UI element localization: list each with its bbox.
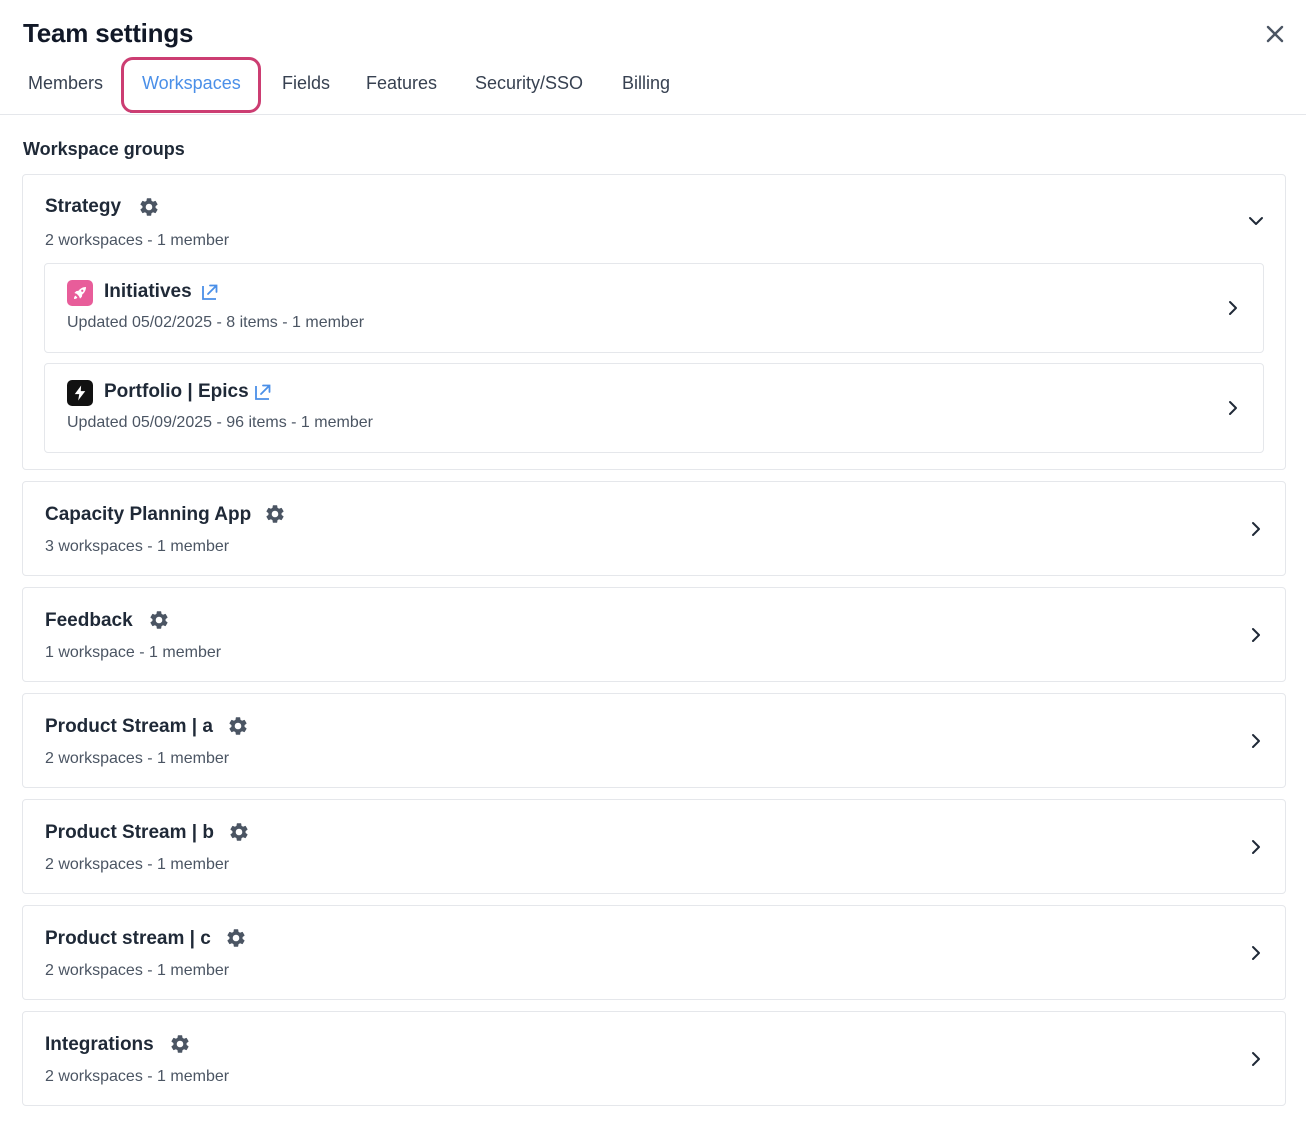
rocket-icon — [67, 280, 93, 306]
chevron-right-icon[interactable] — [1246, 943, 1266, 963]
external-link-icon[interactable] — [201, 283, 219, 301]
section-title: Workspace groups — [23, 139, 185, 159]
group-name: Strategy — [45, 196, 122, 217]
chevron-right-icon[interactable] — [1246, 731, 1266, 751]
workspace-summary: Updated 05/09/2025 - 96 items - 1 member — [67, 414, 373, 431]
workspace-group-strategy: Strategy 2 workspaces - 1 member Initiat… — [22, 174, 1286, 470]
group-name: Feedback — [45, 610, 133, 631]
tab-members[interactable]: Members — [28, 73, 103, 94]
gear-icon[interactable] — [169, 1033, 191, 1055]
group-summary: 2 workspaces - 1 member — [45, 232, 230, 249]
gear-icon[interactable] — [228, 821, 250, 843]
workspace-group-integrations[interactable]: Integrations 2 workspaces - 1 member — [22, 1011, 1286, 1106]
group-summary: 2 workspaces - 1 member — [45, 962, 230, 979]
group-name: Integrations — [45, 1034, 154, 1055]
workspace-group-capacity-planning-app[interactable]: Capacity Planning App 3 workspaces - 1 m… — [22, 481, 1286, 576]
workspace-group-product-stream-c[interactable]: Product stream | c 2 workspaces - 1 memb… — [22, 905, 1286, 1000]
workspace-group-product-stream-b[interactable]: Product Stream | b 2 workspaces - 1 memb… — [22, 799, 1286, 894]
gear-icon[interactable] — [227, 715, 249, 737]
page-title: Team settings — [23, 18, 194, 48]
tab-highlight-annotation — [121, 57, 261, 113]
gear-icon[interactable] — [225, 927, 247, 949]
group-summary: 2 workspaces - 1 member — [45, 856, 230, 873]
tab-security-sso[interactable]: Security/SSO — [475, 73, 583, 94]
external-link-icon[interactable] — [254, 383, 272, 401]
lightning-icon — [67, 380, 93, 406]
workspace-card-portfolio-epics[interactable]: Portfolio | Epics Updated 05/09/2025 - 9… — [44, 363, 1264, 453]
tab-fields[interactable]: Fields — [282, 73, 330, 94]
chevron-right-icon[interactable] — [1246, 837, 1266, 857]
chevron-down-icon[interactable] — [1246, 211, 1266, 231]
settings-header: Team settings Members Workspaces Fields … — [0, 0, 1306, 115]
gear-icon[interactable] — [264, 503, 286, 525]
chevron-right-icon[interactable] — [1246, 1049, 1266, 1069]
group-summary: 1 workspace - 1 member — [45, 644, 222, 661]
chevron-right-icon[interactable] — [1246, 625, 1266, 645]
group-name: Capacity Planning App — [45, 504, 252, 525]
workspace-group-feedback[interactable]: Feedback 1 workspace - 1 member — [22, 587, 1286, 682]
chevron-right-icon[interactable] — [1223, 398, 1243, 418]
chevron-right-icon[interactable] — [1246, 519, 1266, 539]
gear-icon[interactable] — [138, 196, 160, 218]
chevron-right-icon[interactable] — [1223, 298, 1243, 318]
group-summary: 2 workspaces - 1 member — [45, 1068, 230, 1085]
workspace-card-initiatives[interactable]: Initiatives Updated 05/02/2025 - 8 items… — [44, 263, 1264, 353]
gear-icon[interactable] — [148, 609, 170, 631]
workspace-name: Portfolio | Epics — [104, 381, 249, 402]
group-summary: 3 workspaces - 1 member — [45, 538, 230, 555]
group-name: Product Stream | a — [45, 716, 213, 737]
workspace-group-product-stream-a[interactable]: Product Stream | a 2 workspaces - 1 memb… — [22, 693, 1286, 788]
tab-billing[interactable]: Billing — [622, 73, 670, 94]
workspace-name: Initiatives — [104, 281, 192, 302]
workspace-summary: Updated 05/02/2025 - 8 items - 1 member — [67, 314, 365, 331]
group-name: Product Stream | b — [45, 822, 214, 843]
group-name: Product stream | c — [45, 928, 211, 949]
close-icon[interactable] — [1261, 20, 1289, 48]
tab-features[interactable]: Features — [366, 73, 437, 94]
group-summary: 2 workspaces - 1 member — [45, 750, 230, 767]
